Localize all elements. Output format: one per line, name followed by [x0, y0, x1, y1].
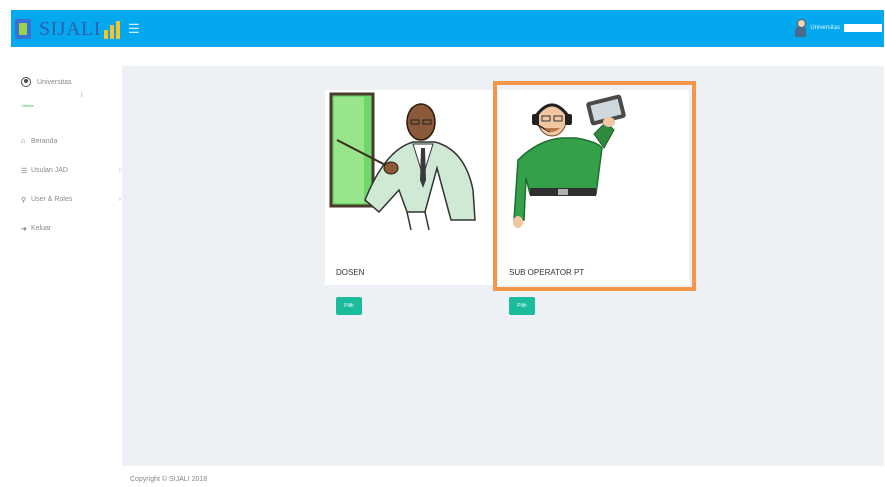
chevron-right-icon: › — [118, 196, 121, 203]
list-icon: ☰ — [21, 167, 28, 175]
sidebar: Universitas I Online ⌂ Beranda ☰ Usulan … — [11, 47, 122, 487]
sidebar-user-mark: I — [81, 93, 83, 99]
card-title: SUB OPERATOR PT — [509, 268, 585, 277]
home-icon: ⌂ — [21, 138, 26, 145]
content-header-strip — [122, 47, 884, 66]
sidebar-item-label: Keluar — [31, 225, 52, 232]
sidebar-user-panel: Universitas — [21, 77, 72, 87]
user-circle-icon — [21, 77, 31, 87]
sidebar-toggle-button[interactable]: ☰ — [128, 21, 140, 37]
sidebar-user-name: Universitas — [37, 78, 72, 86]
sidebar-item-usulan-jad[interactable]: ☰ Usulan JAD › — [21, 156, 121, 185]
top-navbar: SIJALI ☰ Universitas — [11, 10, 884, 47]
sidebar-item-user-roles[interactable]: ⚲ User & Roles › — [21, 185, 121, 214]
pilih-sub-operator-button[interactable]: Pilih — [509, 297, 535, 315]
sidebar-item-beranda[interactable]: ⌂ Beranda — [21, 127, 121, 156]
key-icon: ⚲ — [21, 196, 27, 204]
logout-icon: ➜ — [21, 225, 27, 233]
online-status: Online — [22, 103, 34, 108]
sidebar-menu: ⌂ Beranda ☰ Usulan JAD › ⚲ User & Roles … — [21, 127, 121, 243]
logo-bars-icon — [103, 19, 120, 39]
card-title: DOSEN — [336, 268, 365, 277]
user-avatar-icon — [794, 19, 807, 37]
footer: Copyright © SIJALI 2018 — [122, 466, 884, 487]
main-content: DOSEN Pilih SUB OPERATOR PT Pilih — [122, 47, 884, 466]
logo-mark-icon — [15, 19, 31, 39]
operator-illustration — [513, 94, 626, 228]
user-menu[interactable]: Universitas — [794, 19, 882, 37]
chevron-right-icon: › — [118, 167, 121, 174]
sidebar-item-label: Beranda — [31, 138, 58, 145]
user-name: Universitas — [810, 25, 840, 31]
lecturer-illustration — [329, 92, 476, 231]
copyright-text: Copyright © SIJALI 2018 — [130, 476, 208, 483]
user-name-box — [844, 24, 882, 32]
sidebar-item-label: Usulan JAD — [31, 167, 68, 174]
sidebar-item-label: User & Roles — [31, 196, 73, 203]
role-card-dosen: DOSEN Pilih — [325, 90, 493, 315]
app-logo[interactable]: SIJALI — [15, 16, 120, 42]
pilih-dosen-button[interactable]: Pilih — [336, 297, 362, 315]
logo-text: SIJALI — [39, 17, 101, 40]
role-card-sub-operator: SUB OPERATOR PT Pilih — [498, 90, 689, 315]
sidebar-item-keluar[interactable]: ➜ Keluar — [21, 214, 121, 243]
hamburger-icon: ☰ — [128, 21, 140, 36]
